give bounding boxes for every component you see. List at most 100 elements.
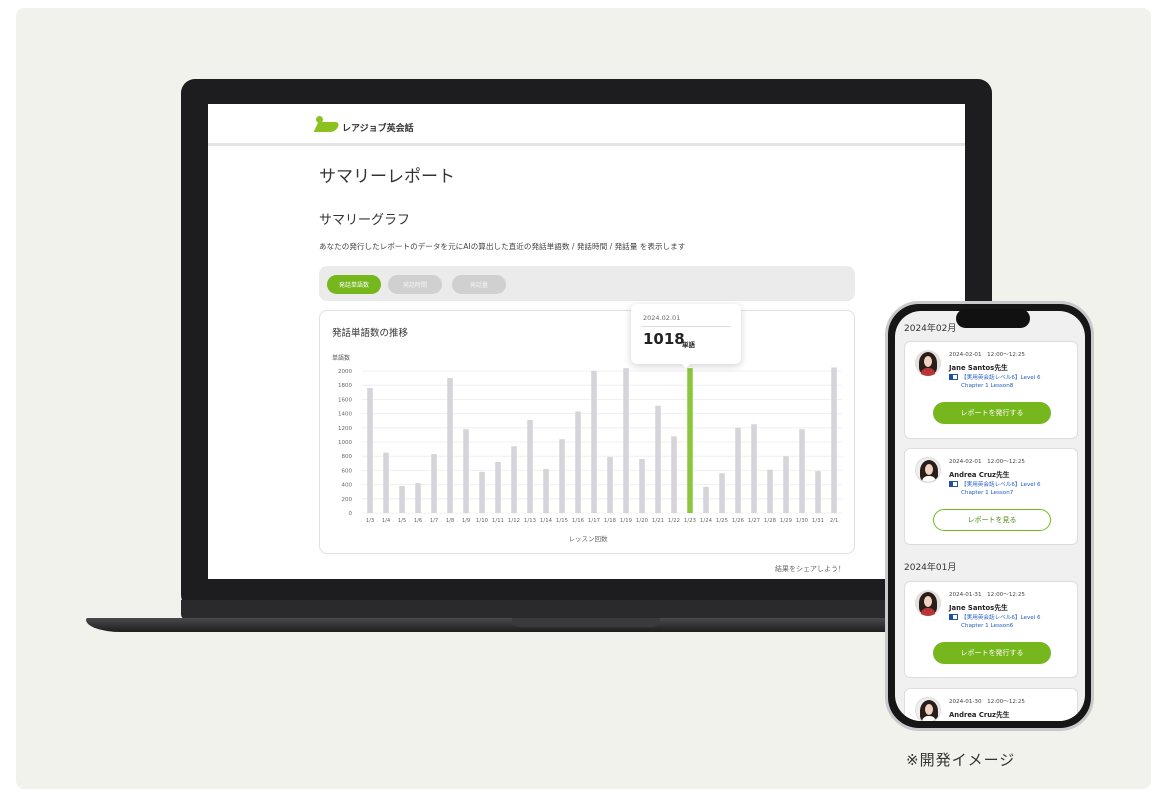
x-tick-label: 1/24 (700, 518, 713, 524)
course-link[interactable]: 【実用英会話レベル6】Level 6 (961, 613, 1041, 621)
x-tick-label: 1/5 (398, 518, 407, 524)
x-tick-label: 1/11 (492, 518, 504, 524)
bar[interactable] (575, 411, 581, 513)
tooltip-date: 2024.02.01 (643, 314, 681, 322)
logo-icon (313, 116, 341, 138)
issue-report-button[interactable]: レポートを発行する (933, 402, 1051, 424)
bar[interactable] (383, 452, 389, 513)
x-tick-label: 1/20 (636, 518, 649, 524)
tooltip-arrow (680, 362, 692, 368)
bar[interactable] (479, 471, 485, 513)
bar[interactable] (559, 439, 565, 513)
lesson-time: 2024-02-01 12:00〜12:25 (949, 459, 1025, 465)
bar[interactable] (815, 471, 821, 513)
x-tick-label: 1/29 (780, 518, 792, 524)
x-tick-label: 1/30 (796, 518, 809, 524)
bar[interactable] (447, 378, 453, 513)
lesson-card: 2024-01-31 12:00〜12:25 Jane Santos先生 【実用… (904, 581, 1078, 678)
tab-word-count[interactable]: 発話単語数 (327, 275, 381, 294)
x-tick-label: 1/9 (462, 518, 471, 524)
bar[interactable] (431, 454, 437, 513)
month-heading: 2024年01月 (904, 563, 957, 573)
bar[interactable] (495, 461, 501, 513)
bar[interactable] (735, 427, 741, 513)
lesson-time: 2024-02-01 12:00〜12:25 (949, 352, 1025, 358)
month-heading: 2024年02月 (904, 324, 957, 334)
bar[interactable] (831, 367, 837, 513)
tab-speaking-volume[interactable]: 発話量 (452, 275, 506, 294)
y-tick-label: 0 (349, 511, 353, 517)
teacher-avatar (915, 590, 941, 616)
laptop-chin (181, 600, 992, 620)
bar[interactable] (751, 424, 757, 513)
bar[interactable] (527, 419, 533, 513)
x-tick-label: 1/14 (540, 518, 553, 524)
bar[interactable] (719, 473, 725, 513)
teacher-avatar (915, 697, 941, 721)
chapter-link[interactable]: Chapter 1 Lesson6 (961, 623, 1013, 629)
y-tick-label: 1600 (338, 397, 352, 403)
bar-highlighted[interactable] (687, 368, 693, 513)
x-tick-label: 1/4 (382, 518, 391, 524)
x-tick-label: 1/17 (588, 518, 600, 524)
book-icon (949, 481, 958, 487)
bar[interactable] (399, 486, 405, 513)
tooltip-value: 1018 (643, 330, 685, 348)
site-header: レアジョブ英会話 (208, 104, 965, 146)
book-icon (949, 614, 958, 620)
bar[interactable] (767, 469, 773, 513)
section-title: サマリーグラフ (319, 213, 411, 228)
course-link[interactable]: 【実用英会話レベル6】Level 6 (961, 480, 1041, 488)
bar[interactable] (367, 388, 373, 513)
bar[interactable] (799, 429, 805, 513)
x-tick-label: 1/19 (620, 518, 632, 524)
teacher-name: Jane Santos先生 (949, 364, 1008, 372)
x-tick-label: 1/25 (716, 518, 728, 524)
bar[interactable] (415, 483, 421, 513)
lesson-time: 2024-01-31 12:00〜12:25 (949, 592, 1025, 598)
view-report-button[interactable]: レポートを見る (933, 509, 1051, 531)
image-caption: ※開発イメージ (906, 751, 1016, 769)
issue-report-button[interactable]: レポートを発行する (933, 642, 1051, 664)
bar[interactable] (783, 456, 789, 513)
teacher-avatar (915, 350, 941, 376)
bar[interactable] (543, 468, 549, 513)
bar[interactable] (607, 456, 613, 513)
laptop-screen: レアジョブ英会話 サマリーレポート サマリーグラフ あなたの発行したレポートのデ… (208, 104, 965, 579)
chart-tooltip: 2024.02.01 1018 単語 (631, 304, 741, 364)
tab-speaking-time[interactable]: 発話時間 (388, 275, 442, 294)
x-tick-label: 1/23 (684, 518, 696, 524)
bar[interactable] (511, 446, 517, 513)
x-tick-label: 1/22 (668, 518, 680, 524)
course-link[interactable]: 【実用英会話レベル6】Level 6 (961, 373, 1041, 381)
page-title: サマリーレポート (319, 167, 455, 187)
x-tick-label: 1/26 (732, 518, 745, 524)
x-tick-label: 1/10 (476, 518, 489, 524)
y-tick-label: 400 (342, 483, 353, 489)
y-tick-label: 2000 (338, 369, 352, 375)
bar[interactable] (671, 436, 677, 513)
chapter-link[interactable]: Chapter 1 Lesson8 (961, 383, 1013, 389)
x-tick-label: 1/16 (572, 518, 585, 524)
x-tick-label: 1/18 (604, 518, 617, 524)
bar[interactable] (639, 459, 645, 513)
x-tick-label: 1/21 (652, 518, 664, 524)
x-tick-label: 1/6 (414, 518, 423, 524)
bar[interactable] (591, 371, 597, 513)
description: あなたの発行したレポートのデータを元にAIの算出した直近の発話単語数 / 発話時… (319, 242, 686, 251)
x-tick-label: 1/27 (748, 518, 760, 524)
x-tick-label: 1/3 (366, 518, 375, 524)
share-link[interactable]: 結果をシェアしよう！ (775, 564, 845, 574)
bar[interactable] (655, 405, 661, 513)
bar[interactable] (623, 368, 629, 513)
bar[interactable] (463, 429, 469, 513)
y-tick-label: 1000 (338, 440, 352, 446)
metric-tab-bar: 発話単語数 発話時間 発話量 (319, 266, 855, 301)
chapter-link[interactable]: Chapter 1 Lesson7 (961, 490, 1013, 496)
logo[interactable]: レアジョブ英会話 (313, 116, 414, 138)
bar[interactable] (703, 486, 709, 513)
laptop-notch (512, 618, 660, 627)
bar-chart: 0 200 400 600 800 1000 1200 1400 1600 1800 2000 1/3… (338, 367, 842, 524)
lesson-card: 2024-02-01 12:00〜12:25 Andrea Cruz先生 【実用… (904, 448, 1078, 545)
x-tick-label: 1/28 (764, 518, 777, 524)
